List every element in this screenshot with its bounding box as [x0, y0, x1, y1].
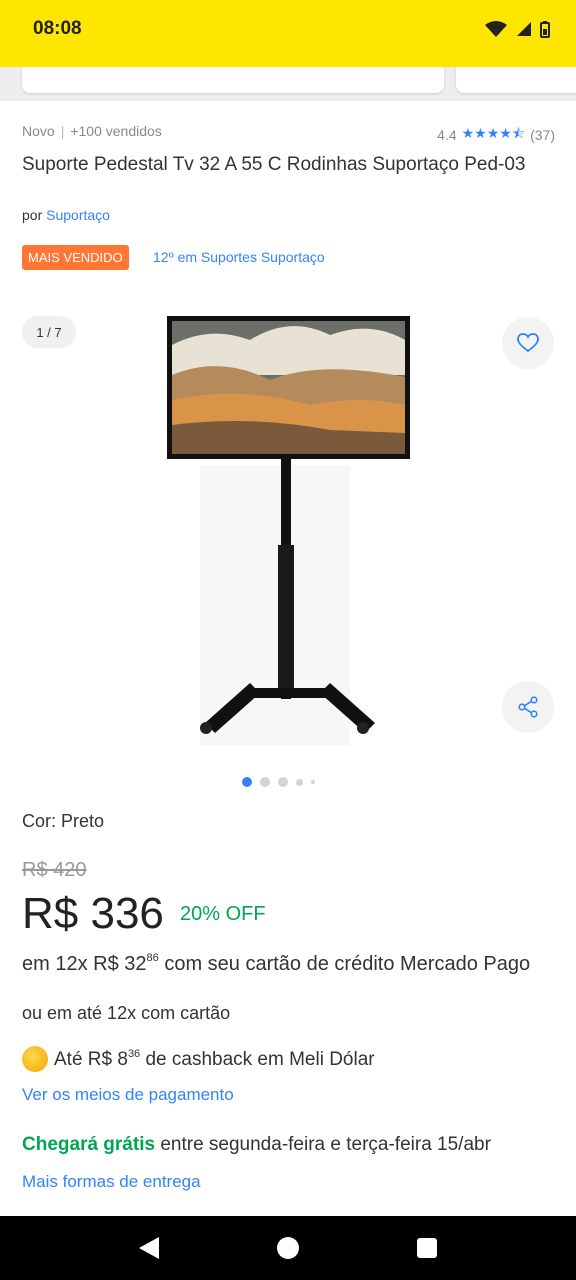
seller-line: por Suportaço — [22, 207, 110, 223]
shipping-line: Chegará grátis entre segunda-feira e ter… — [22, 1134, 491, 1156]
recents-icon[interactable] — [417, 1238, 437, 1258]
more-shipping-link[interactable]: Mais formas de entrega — [22, 1172, 201, 1192]
product-title: Suporte Pedestal Tv 32 A 55 C Rodinhas S… — [22, 154, 526, 175]
gallery-dot[interactable] — [278, 777, 288, 787]
color-selector[interactable]: Cor: Preto — [22, 811, 104, 832]
product-image[interactable] — [150, 305, 430, 765]
review-count: (37) — [530, 127, 555, 143]
favorite-button[interactable] — [502, 317, 554, 369]
product-meta: Novo | +100 vendidos — [22, 123, 162, 139]
color-label: Cor: — [22, 811, 57, 831]
gallery-dot-active[interactable] — [242, 777, 252, 787]
installments-line: em 12x R$ 3286 com seu cartão de crédito… — [22, 944, 542, 979]
seller-link[interactable]: Suportaço — [46, 207, 110, 223]
alt-installments: ou em até 12x com cartão — [22, 1003, 231, 1023]
share-button[interactable] — [502, 681, 554, 733]
color-value: Preto — [61, 811, 105, 831]
cashback-cents: 36 — [127, 1047, 141, 1060]
star-rating-icon: ★★★★⯪ — [461, 125, 526, 141]
previous-card[interactable] — [22, 67, 444, 93]
cashback-text: Até R$ 836 de cashback em Meli Dólar — [54, 1048, 375, 1071]
status-time: 08:08 — [33, 18, 82, 39]
home-icon[interactable] — [277, 1237, 299, 1259]
free-shipping-label: Chegará grátis — [22, 1134, 156, 1155]
installments-cents: 86 — [146, 952, 159, 964]
status-bar: 08:08 — [0, 0, 576, 67]
payment-methods-link[interactable]: Ver os meios de pagamento — [22, 1085, 234, 1105]
heart-icon — [517, 333, 539, 353]
best-seller-badge: MAIS VENDIDO — [22, 245, 129, 270]
share-icon — [518, 696, 538, 718]
original-price: R$ 420 — [22, 859, 87, 881]
ranking-link[interactable]: 12º em Suportes Suportaço — [153, 249, 325, 265]
card-strip — [0, 67, 576, 101]
installments-text: com seu cartão de crédito Mercado Pago — [164, 953, 531, 975]
signal-icon — [517, 22, 531, 36]
gallery-dot[interactable] — [311, 780, 315, 784]
back-icon[interactable] — [139, 1237, 159, 1259]
seller-prefix: por — [22, 207, 43, 223]
gallery-dot[interactable] — [260, 777, 270, 787]
wifi-icon — [485, 21, 507, 37]
gallery-dots[interactable] — [242, 777, 315, 787]
meta-separator: | — [60, 123, 65, 139]
discount-label: 20% OFF — [180, 903, 266, 925]
cashback-amount: Até R$ 8 — [54, 1048, 128, 1070]
cashback-line: Até R$ 836 de cashback em Meli Dólar — [22, 1046, 375, 1072]
installments-amount: em 12x R$ 32 — [22, 953, 147, 975]
battery-icon — [540, 20, 550, 38]
sold-count: +100 vendidos — [70, 123, 162, 139]
current-price: R$ 336 — [22, 889, 164, 938]
gallery-dot[interactable] — [296, 778, 303, 786]
rating-value: 4.4 — [437, 127, 457, 143]
cashback-desc: de cashback em Meli Dólar — [145, 1048, 375, 1070]
status-icons — [484, 20, 550, 38]
condition-label: Novo — [22, 123, 55, 139]
meli-coin-icon — [22, 1046, 48, 1072]
rating-summary[interactable]: 4.4 ★★★★⯪ (37) — [437, 123, 555, 147]
delivery-window: entre segunda-feira e terça-feira 15/abr — [160, 1134, 491, 1155]
image-counter: 1 / 7 — [22, 316, 76, 348]
next-card[interactable] — [456, 67, 576, 93]
